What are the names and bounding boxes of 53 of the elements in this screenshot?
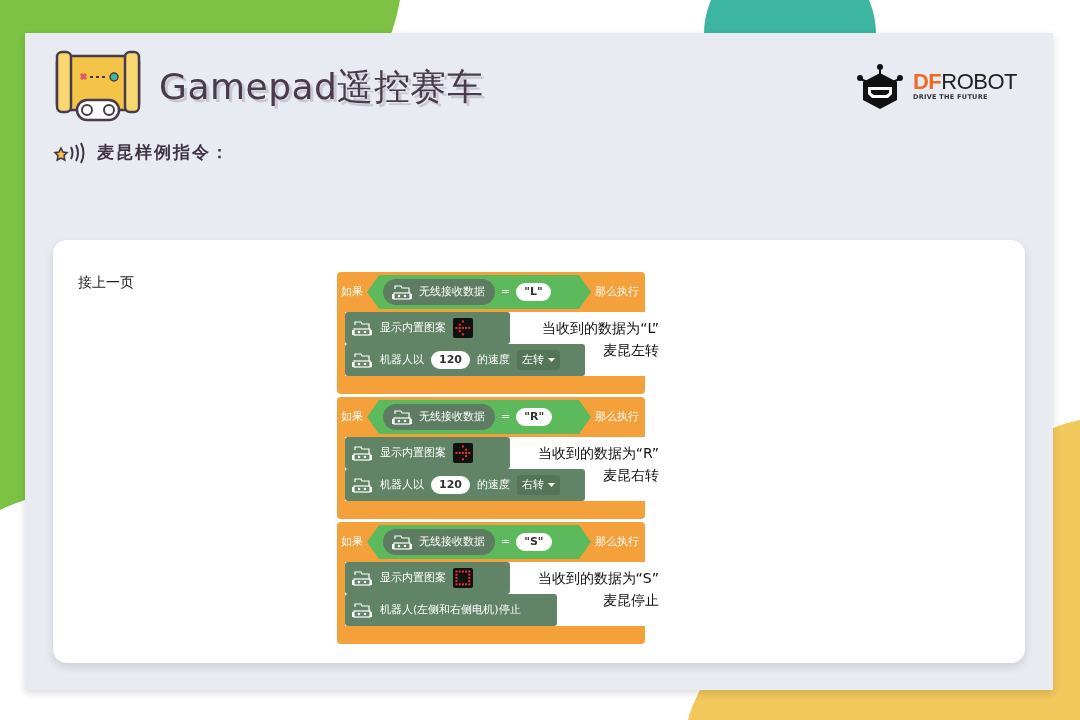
caret-icon: [547, 483, 555, 487]
keyword-label: 那么执行: [595, 408, 639, 425]
led-matrix-icon: [453, 443, 473, 463]
note-text: 接上一页: [78, 273, 135, 292]
slide-title: Gamepad遥控赛车: [159, 65, 484, 109]
direction-dropdown[interactable]: 左转: [516, 349, 560, 371]
value-field[interactable]: "S": [516, 533, 552, 551]
block-label: 的速度: [476, 351, 510, 368]
led-matrix-icon: [453, 318, 473, 338]
robot-head-icon: [854, 64, 905, 110]
caption-line: 麦昆左转: [603, 341, 659, 360]
keyword-label: 如果: [341, 533, 363, 550]
board-icon: [351, 476, 373, 494]
keyword-label: 那么执行: [595, 533, 639, 550]
board-icon: [391, 283, 413, 301]
value-field[interactable]: "L": [516, 283, 551, 301]
speed-field[interactable]: 120: [431, 476, 470, 494]
board-icon: [391, 533, 413, 551]
operator-label: =: [501, 533, 511, 550]
block-label: 显示内置图案: [380, 319, 446, 336]
reporter-label: 无线接收数据: [419, 283, 485, 300]
block-label: 显示内置图案: [380, 569, 446, 586]
board-icon: [351, 351, 373, 369]
block-label: 机器人以: [380, 476, 424, 493]
value-field[interactable]: "R": [516, 408, 553, 426]
led-matrix-icon: [453, 568, 473, 588]
caption-line: 当收到的数据为“S”: [537, 569, 659, 588]
board-icon: [351, 444, 373, 462]
speed-field[interactable]: 120: [431, 351, 470, 369]
caption-line: 当收到的数据为“L”: [542, 319, 659, 338]
caption-line: 麦昆右转: [603, 466, 659, 485]
gamepad-map-icon: [53, 50, 143, 124]
block-label: 显示内置图案: [380, 444, 446, 461]
board-icon: [351, 319, 373, 337]
board-icon: [351, 601, 373, 619]
block-label: 机器人以: [380, 351, 424, 368]
logo-wordmark: DFROBOT: [912, 71, 1017, 94]
operator-label: =: [501, 283, 511, 300]
direction-dropdown[interactable]: 右转: [516, 474, 560, 496]
caption-line: 当收到的数据为“R”: [537, 444, 659, 463]
block-label: 的速度: [476, 476, 510, 493]
board-icon: [351, 569, 373, 587]
block-label: 机器人(左侧和右侧电机)停止: [380, 601, 521, 618]
keyword-label: 那么执行: [595, 283, 639, 300]
reporter-label: 无线接收数据: [419, 408, 485, 425]
caret-icon: [547, 358, 555, 362]
subtitle: 麦昆样例指令：: [97, 141, 230, 164]
caption-line: 麦昆停止: [603, 591, 659, 610]
board-icon: [391, 408, 413, 426]
keyword-label: 如果: [341, 283, 363, 300]
reporter-label: 无线接收数据: [419, 533, 485, 550]
operator-label: =: [501, 408, 511, 425]
keyword-label: 如果: [341, 408, 363, 425]
